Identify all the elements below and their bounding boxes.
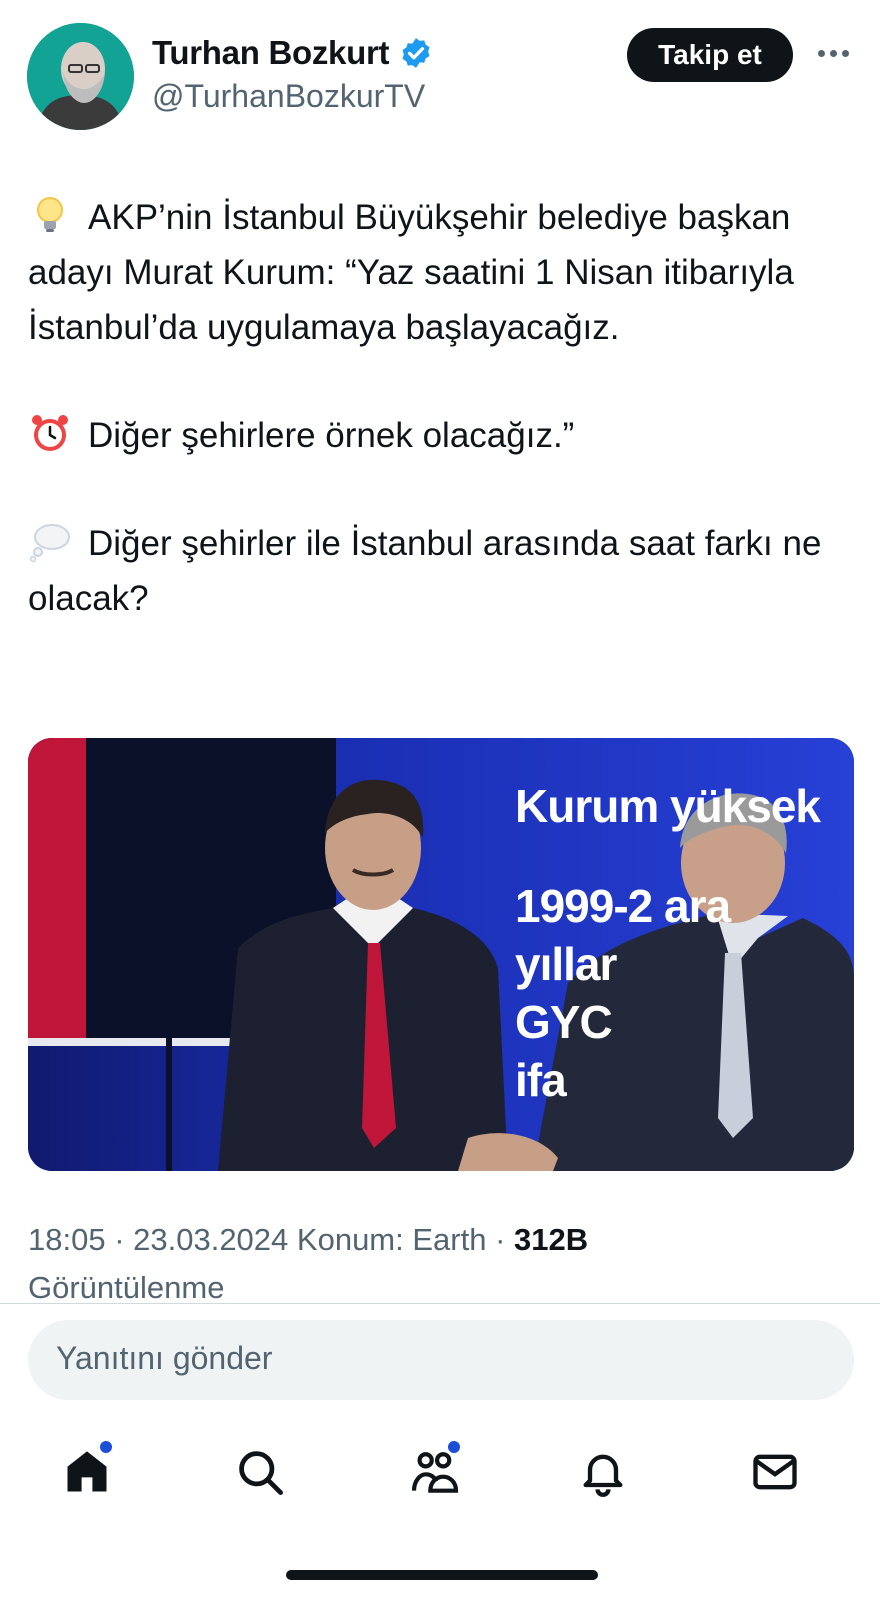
home-indicator (286, 1570, 598, 1580)
avatar[interactable] (27, 23, 134, 130)
location: Konum: Earth (296, 1222, 487, 1257)
tweet-p3-text: Diğer şehirler ile İstanbul arasında saa… (28, 524, 822, 618)
views-label: Görüntülenme (28, 1270, 225, 1302)
more-options-icon[interactable] (813, 38, 853, 68)
views-count: 312B (514, 1222, 589, 1257)
tweet-meta: 18:05 · 23.03.2024 Konum: Earth · 312B (28, 1222, 588, 1258)
search-icon[interactable] (225, 1437, 295, 1507)
communities-notification-dot (448, 1441, 460, 1453)
divider (0, 1303, 880, 1304)
display-name-text: Turhan Bozkurt (152, 34, 390, 71)
thought-balloon-icon (29, 524, 70, 563)
notifications-icon[interactable] (568, 1437, 638, 1507)
communities-icon[interactable] (400, 1437, 470, 1507)
verified-badge-icon (402, 38, 430, 68)
tweet-image[interactable]: Kurum yüksek 1999-2 ara yıllar GYC ifa (28, 738, 854, 1171)
previous-content-clip (150, 0, 310, 4)
screen-text-line-1: Kurum yüksek (515, 780, 821, 832)
home-icon[interactable] (52, 1437, 122, 1507)
timestamp[interactable]: 18:05 · 23.03.2024 (28, 1222, 288, 1257)
reply-input[interactable]: Yanıtını gönder (28, 1320, 854, 1400)
tweet-paragraph-1: AKP’nin İstanbul Büyükşehir belediye baş… (28, 190, 848, 355)
user-handle[interactable]: @TurhanBozkurTV (152, 78, 425, 115)
screen-text-line-2: 1999-2 ara (515, 880, 731, 932)
tweet-p1-text: AKP’nin İstanbul Büyükşehir belediye baş… (28, 198, 794, 347)
alarm-clock-icon (32, 415, 68, 451)
bottom-nav (0, 1425, 880, 1525)
tweet-paragraph-2: Diğer şehirlere örnek olacağız.” (28, 408, 848, 463)
reply-placeholder: Yanıtını gönder (56, 1340, 273, 1376)
screen-text-line-3: yıllar (515, 938, 617, 990)
home-notification-dot (100, 1441, 112, 1453)
follow-button[interactable]: Takip et (627, 28, 793, 82)
meta-separator: · (495, 1222, 506, 1257)
tweet-paragraph-3: Diğer şehirler ile İstanbul arasında saa… (28, 516, 848, 626)
display-name[interactable]: Turhan Bozkurt (152, 34, 433, 72)
tweet-text: AKP’nin İstanbul Büyükşehir belediye baş… (28, 190, 848, 626)
screen-text-line-4: GYC (515, 996, 613, 1048)
screen-text-line-5: ifa (515, 1054, 567, 1106)
light-bulb-icon (37, 197, 63, 232)
messages-icon[interactable] (740, 1437, 810, 1507)
tweet-p2-text: Diğer şehirlere örnek olacağız.” (88, 416, 575, 455)
